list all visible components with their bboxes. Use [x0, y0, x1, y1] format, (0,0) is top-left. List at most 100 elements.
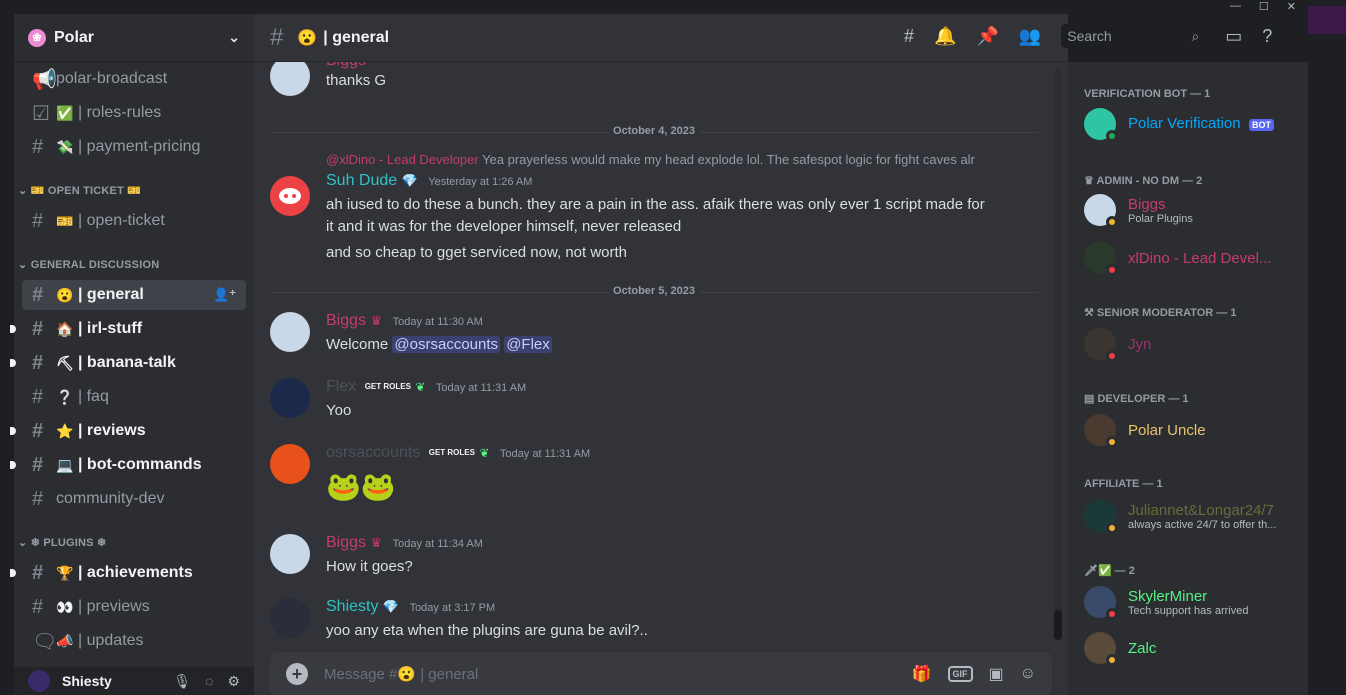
message-author[interactable]: Suh Dude 💎 Yesterday at 1:26 AM: [326, 172, 532, 190]
channel-general[interactable]: # 😮 | general 👤⁺: [22, 280, 246, 310]
channel-roles-rules[interactable]: ☑ ✅ | roles-rules: [22, 98, 246, 128]
avatar[interactable]: [270, 534, 310, 574]
chevron-down-icon: ⌄: [18, 537, 31, 549]
channel-label: | roles-rules: [78, 104, 162, 121]
member-skylerminer[interactable]: SkylerMiner Tech support has arrived: [1084, 582, 1304, 622]
hash-icon: #: [32, 135, 44, 158]
close-icon[interactable]: ✕: [1287, 0, 1296, 13]
message-author[interactable]: osrsaccounts GET ROLES ❦ Today at 11:31 …: [326, 444, 590, 462]
avatar[interactable]: [270, 598, 310, 638]
unread-indicator: [10, 359, 16, 367]
member-polar-uncle[interactable]: Polar Uncle: [1084, 410, 1304, 450]
diamond-icon: 💎: [401, 173, 418, 188]
background-window: [1308, 0, 1346, 695]
channel-previews[interactable]: # 👀 | previews: [22, 592, 246, 622]
settings-gear-icon[interactable]: ⚙: [227, 673, 240, 690]
eyes-emoji-icon: 👀: [56, 598, 74, 615]
unread-indicator: [10, 427, 16, 435]
channel-irl-stuff[interactable]: # 🏠 | irl-stuff: [10, 314, 246, 344]
reply-preview[interactable]: @xlDino - Lead Developer Yea prayerless …: [326, 152, 1006, 167]
minimize-icon[interactable]: —: [1230, 0, 1241, 13]
headphones-icon[interactable]: ◌: [205, 673, 213, 690]
member-polar-verification[interactable]: Polar Verification BOT: [1084, 104, 1304, 144]
category-open-ticket[interactable]: ⌄ 🎫 OPEN TICKET 🎫: [18, 184, 141, 197]
member-jyn[interactable]: Jyn: [1084, 324, 1304, 364]
notification-bell-icon[interactable]: 🔔: [934, 26, 956, 47]
pepe-emoji-icon: 🐸🐸: [326, 471, 396, 502]
category-general-discussion[interactable]: ⌄ GENERAL DISCUSSION: [18, 258, 159, 271]
forum-icon: 🗨: [32, 630, 58, 653]
channel-label: | achievements: [78, 564, 193, 581]
hash-icon: #: [32, 453, 44, 476]
add-attachment-icon[interactable]: +: [286, 663, 308, 685]
channel-sidebar: ❀ Polar ⌄ 📢 polar-broadcast ☑ ✅ | roles-…: [10, 14, 254, 695]
chevron-down-icon[interactable]: ⌄: [228, 29, 240, 46]
channel-updates[interactable]: 🗨 📣 | updates: [22, 626, 246, 656]
message-author[interactable]: Shiesty 💎 Today at 3:17 PM: [326, 598, 495, 616]
face-emoji-icon: 😮: [297, 29, 318, 47]
message-author[interactable]: Biggs ♛ Today at 11:34 AM: [326, 534, 483, 552]
avatar[interactable]: [28, 670, 50, 692]
message-author[interactable]: Flex GET ROLES ❦ Today at 11:31 AM: [326, 378, 526, 396]
message-input[interactable]: Message #😮 | general: [324, 665, 478, 683]
channel-label: | general: [78, 286, 144, 303]
hash-icon: #: [32, 419, 44, 442]
member-xldino[interactable]: xlDino - Lead Devel...: [1084, 238, 1304, 278]
gift-icon[interactable]: 🎁: [912, 664, 932, 684]
channel-community-dev[interactable]: # community-dev: [22, 484, 246, 514]
member-list-icon[interactable]: 👥: [1019, 26, 1041, 47]
channel-open-ticket[interactable]: # 🎫 | open-ticket: [22, 206, 246, 236]
hash-icon: #: [270, 23, 284, 51]
sticker-icon[interactable]: ▣: [989, 664, 1004, 684]
pinned-messages-icon[interactable]: 📌: [976, 26, 998, 47]
scrollbar[interactable]: [1054, 68, 1062, 640]
channel-polar-broadcast[interactable]: 📢 polar-broadcast: [22, 64, 246, 94]
avatar[interactable]: [270, 312, 310, 352]
add-member-icon[interactable]: 👤⁺: [213, 287, 236, 303]
composer-tools: 🎁 GIF ▣ ☺: [912, 664, 1036, 684]
search-input[interactable]: Search ⌕: [1061, 24, 1206, 48]
channel-payment-pricing[interactable]: # 💸 | payment-pricing: [22, 132, 246, 162]
message-text: it and it was for the developer himself,…: [326, 218, 682, 235]
avatar: [1084, 586, 1118, 620]
snowflake-icon: ❄: [96, 537, 107, 549]
inbox-icon[interactable]: ▭: [1225, 26, 1242, 47]
message-text: Yoo: [326, 402, 352, 419]
get-roles-badge: GET ROLES: [428, 447, 475, 457]
emoji-picker-icon[interactable]: ☺: [1020, 665, 1036, 683]
scrollbar-thumb[interactable]: [1054, 610, 1062, 640]
avatar[interactable]: [270, 378, 310, 418]
server-rail: [0, 14, 14, 695]
channel-banana-talk[interactable]: # ⛏ | banana-talk: [10, 348, 246, 378]
channel-achievements[interactable]: # 🏆 | achievements: [10, 558, 246, 588]
gif-button[interactable]: GIF: [947, 666, 973, 682]
channel-bot-commands[interactable]: # 💻 | bot-commands: [10, 450, 246, 480]
microphone-icon[interactable]: 🎙: [173, 673, 191, 690]
channel-label: | faq: [78, 388, 109, 405]
message-author[interactable]: Biggs: [326, 62, 366, 70]
message-text: Welcome @osrsaccounts @Flex: [326, 336, 552, 353]
category-plugins[interactable]: ⌄ ❄ PLUGINS ❄: [18, 536, 106, 549]
window-titlebar: — ☐ ✕: [0, 0, 1346, 14]
threads-icon[interactable]: #: [904, 26, 914, 47]
star-emoji-icon: ⭐: [56, 422, 74, 439]
member-juliannet[interactable]: Juliannet&Longar24/7 always active 24/7 …: [1084, 496, 1304, 536]
channel-reviews[interactable]: # ⭐ | reviews: [10, 416, 246, 446]
money-emoji-icon: 💸: [56, 138, 74, 155]
maximize-icon[interactable]: ☐: [1259, 0, 1269, 13]
avatar[interactable]: [270, 62, 310, 96]
message-composer[interactable]: + Message #😮 | general 🎁 GIF ▣ ☺: [270, 652, 1052, 695]
user-mention[interactable]: @osrsaccounts: [392, 336, 501, 353]
channel-faq[interactable]: # ❔ | faq: [22, 382, 246, 412]
user-mention[interactable]: @Flex: [504, 336, 552, 353]
role-header: AFFILIATE — 1: [1084, 478, 1163, 490]
help-icon[interactable]: ?: [1262, 26, 1272, 47]
member-zalc[interactable]: Zalc: [1084, 628, 1304, 668]
message-author[interactable]: Biggs ♛ Today at 11:30 AM: [326, 312, 483, 330]
avatar[interactable]: [270, 444, 310, 484]
crown-icon: ♛: [370, 535, 383, 550]
unread-indicator: [10, 461, 16, 469]
member-biggs[interactable]: Biggs Polar Plugins: [1084, 190, 1304, 230]
server-header[interactable]: ❀ Polar ⌄: [14, 14, 254, 62]
avatar[interactable]: [270, 176, 310, 216]
